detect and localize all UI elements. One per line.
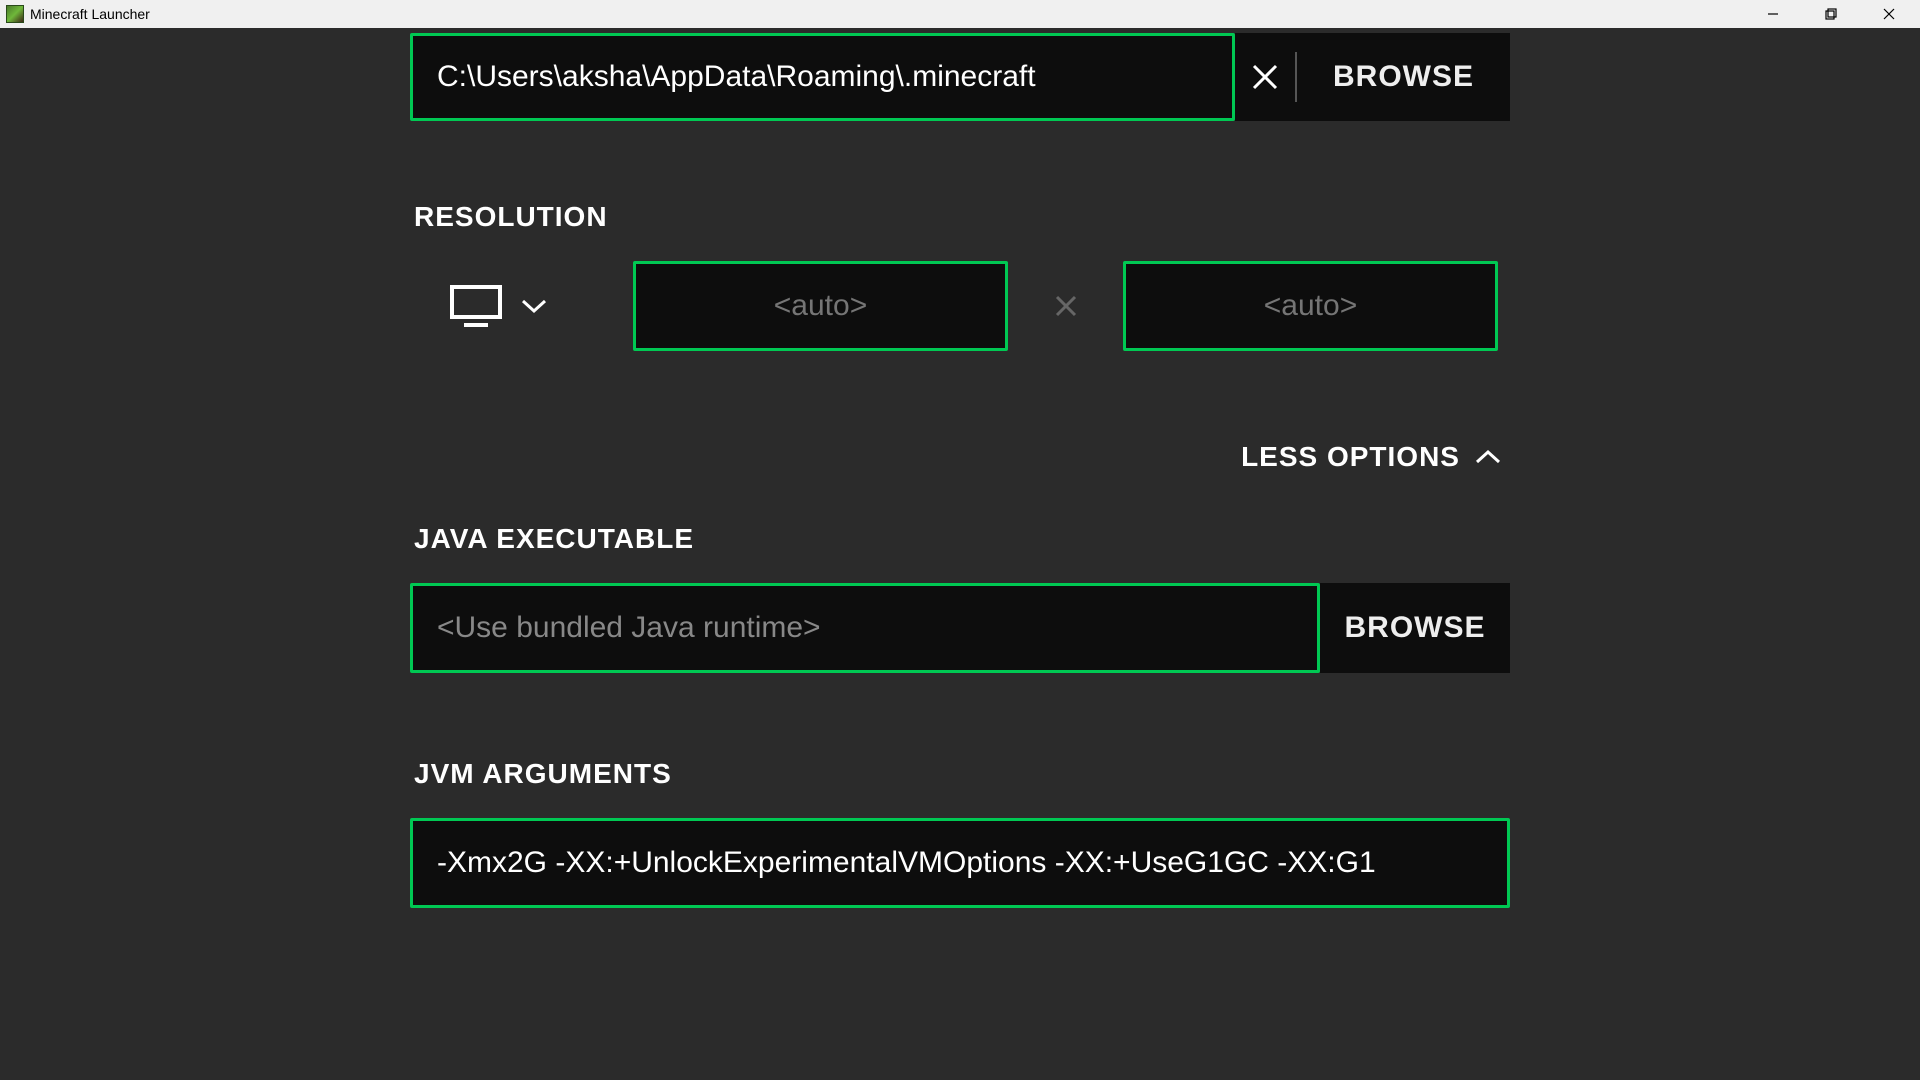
- java-executable-input-wrap[interactable]: [410, 583, 1320, 673]
- x-icon: [1052, 292, 1080, 320]
- close-icon: [1882, 7, 1896, 21]
- chevron-down-icon: [520, 298, 548, 314]
- resolution-heading: RESOLUTION: [410, 201, 1510, 233]
- window-title: Minecraft Launcher: [30, 6, 150, 22]
- game-directory-input[interactable]: [437, 60, 1208, 94]
- maximize-icon: [1824, 7, 1838, 21]
- resolution-height-input-wrap[interactable]: [1123, 261, 1498, 351]
- close-icon: [1248, 60, 1282, 94]
- maximize-button[interactable]: [1802, 0, 1860, 28]
- resolution-preset-dropdown[interactable]: [450, 285, 548, 327]
- minimize-button[interactable]: [1744, 0, 1802, 28]
- minimize-icon: [1766, 7, 1780, 21]
- resolution-row: [410, 261, 1510, 351]
- game-directory-row: BROWSE: [410, 33, 1510, 121]
- java-executable-heading: JAVA EXECUTABLE: [410, 523, 1510, 555]
- jvm-arguments-input-wrap[interactable]: [410, 818, 1510, 908]
- java-executable-row: BROWSE: [410, 583, 1510, 673]
- clear-directory-button[interactable]: [1235, 33, 1295, 121]
- java-executable-input[interactable]: [437, 611, 1293, 645]
- window-titlebar: Minecraft Launcher: [0, 0, 1920, 28]
- jvm-arguments-heading: JVM ARGUMENTS: [410, 758, 1510, 790]
- jvm-arguments-input[interactable]: [437, 846, 1483, 880]
- browse-directory-button[interactable]: BROWSE: [1297, 33, 1510, 121]
- browse-label: BROWSE: [1333, 60, 1474, 94]
- resolution-separator: [1008, 292, 1123, 320]
- close-button[interactable]: [1860, 0, 1918, 28]
- monitor-icon: [450, 285, 502, 327]
- app-icon: [6, 5, 24, 23]
- chevron-up-icon: [1474, 449, 1502, 465]
- resolution-height-input[interactable]: [1126, 289, 1495, 323]
- resolution-width-input[interactable]: [636, 289, 1005, 323]
- less-options-label: LESS OPTIONS: [1241, 441, 1460, 473]
- browse-label: BROWSE: [1345, 611, 1486, 645]
- resolution-width-input-wrap[interactable]: [633, 261, 1008, 351]
- browse-java-button[interactable]: BROWSE: [1320, 583, 1510, 673]
- less-options-toggle[interactable]: LESS OPTIONS: [410, 441, 1510, 473]
- game-directory-input-wrap[interactable]: [410, 33, 1235, 121]
